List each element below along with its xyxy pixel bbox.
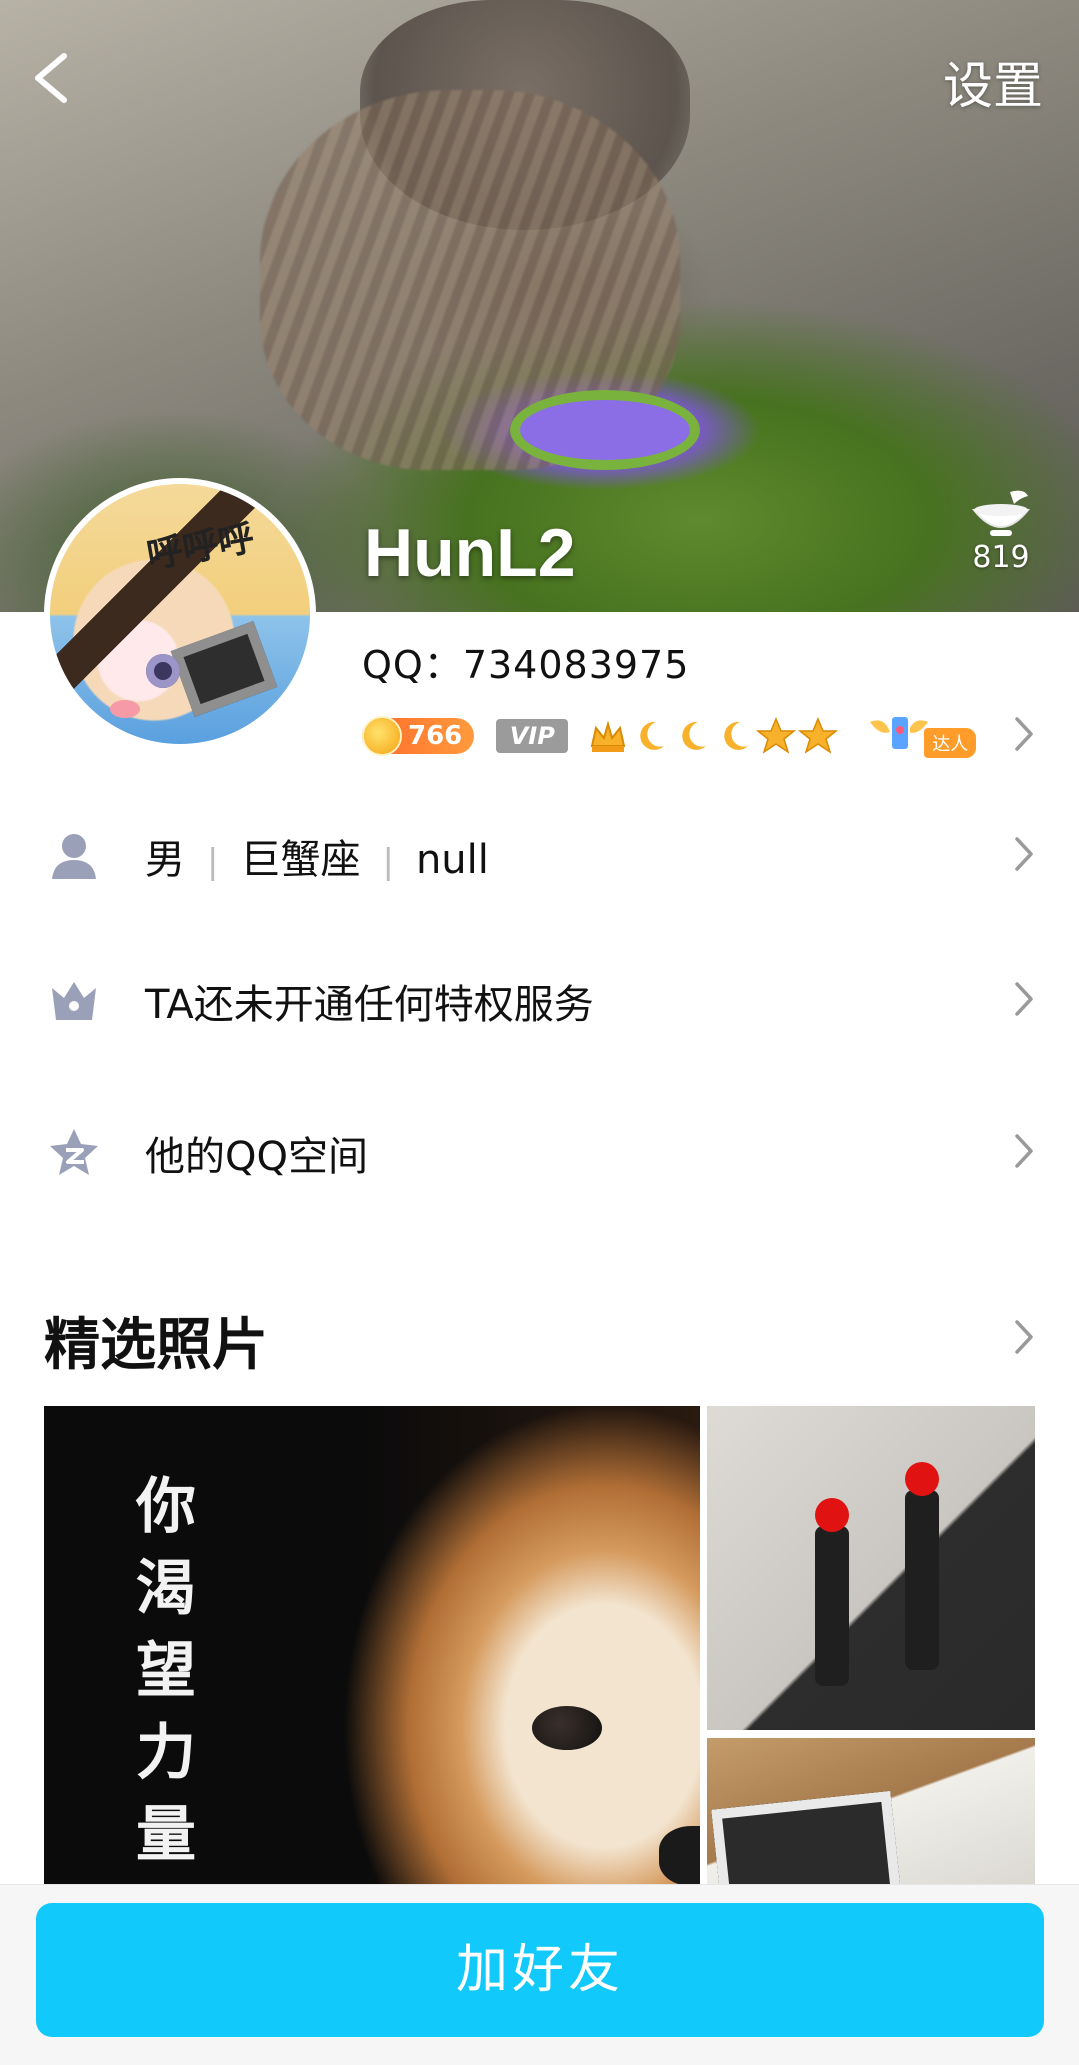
talent-label: 达人 <box>924 728 977 758</box>
photo-red-sun <box>905 1462 939 1496</box>
crown-outline-icon <box>52 982 96 1020</box>
chevron-left-icon <box>35 53 67 103</box>
privilege-text: TA还未开通任何特权服务 <box>145 982 594 1028</box>
section-title-photos: 精选照片 <box>44 1313 268 1378</box>
avatar[interactable]: 呼呼呼 <box>44 478 316 750</box>
like-bowl-icon <box>971 490 1031 536</box>
chevron-right-icon <box>1015 837 1033 871</box>
like-counter[interactable]: 819 <box>961 486 1041 575</box>
settings-button[interactable]: 设置 <box>943 46 1043 118</box>
qzone-star-icon <box>50 1129 98 1175</box>
photo-pillar <box>905 1490 939 1670</box>
coin-icon <box>364 718 400 754</box>
like-count: 819 <box>972 540 1030 575</box>
separator: | <box>382 842 394 882</box>
avatar-overlay-text: 呼呼呼 <box>143 517 258 578</box>
cover-pool <box>520 400 690 460</box>
person-icon <box>52 834 96 879</box>
photo-dog-nose <box>659 1826 700 1886</box>
row-qzone[interactable]: 他的QQ空间 <box>0 1100 1079 1200</box>
moon-icon <box>724 721 749 750</box>
chevron-right-icon[interactable] <box>1013 1318 1035 1356</box>
avatar-pickaxe <box>170 621 278 717</box>
zodiac-label: 巨蟹座 <box>240 837 361 883</box>
chevron-right-icon <box>1015 1134 1033 1168</box>
separator: | <box>207 842 219 882</box>
basic-info-text: 男 | 巨蟹座 | null <box>145 827 489 885</box>
photo-pillar <box>815 1526 849 1686</box>
add-friend-button[interactable]: 加好友 <box>36 1903 1044 2037</box>
crown-icon <box>591 720 626 752</box>
chevron-right-icon <box>1015 982 1033 1016</box>
star-icon <box>756 717 797 754</box>
avatar-eye <box>146 654 180 688</box>
qzone-text: 他的QQ空间 <box>145 1134 368 1180</box>
back-button[interactable] <box>26 50 76 106</box>
location-label: null <box>415 837 489 883</box>
photo-dog-eye <box>532 1706 602 1750</box>
vip-badge: VIP <box>496 719 569 753</box>
coin-value: 766 <box>408 721 463 751</box>
coin-badge: 766 <box>362 718 475 754</box>
bottom-action-bar: 加好友 <box>0 1884 1079 2065</box>
photo-thumbnail[interactable]: 你渴望力量 <box>44 1406 700 1886</box>
chevron-right-icon[interactable] <box>1013 715 1035 753</box>
photo-red-sun <box>815 1498 849 1532</box>
badge-row[interactable]: 766 VIP 达人 <box>362 712 977 760</box>
avatar-cheek <box>110 700 140 718</box>
row-privilege[interactable]: TA还未开通任何特权服务 <box>0 948 1079 1048</box>
photo-thumbnail[interactable] <box>707 1738 1035 1898</box>
photo-caption: 你渴望力量 <box>136 1472 196 1870</box>
photo-book <box>711 1790 903 1898</box>
moon-icon <box>682 721 707 750</box>
qq-number: QQ：734083975 <box>362 643 690 687</box>
star-icon <box>798 717 839 754</box>
gender-label: 男 <box>145 837 185 883</box>
moon-icon <box>640 721 665 750</box>
row-basic-info[interactable]: 男 | 巨蟹座 | null <box>0 803 1079 903</box>
photo-thumbnail[interactable] <box>707 1406 1035 1730</box>
talent-badge: 达人 <box>864 712 977 760</box>
profile-nickname: HunL2 <box>364 515 576 591</box>
